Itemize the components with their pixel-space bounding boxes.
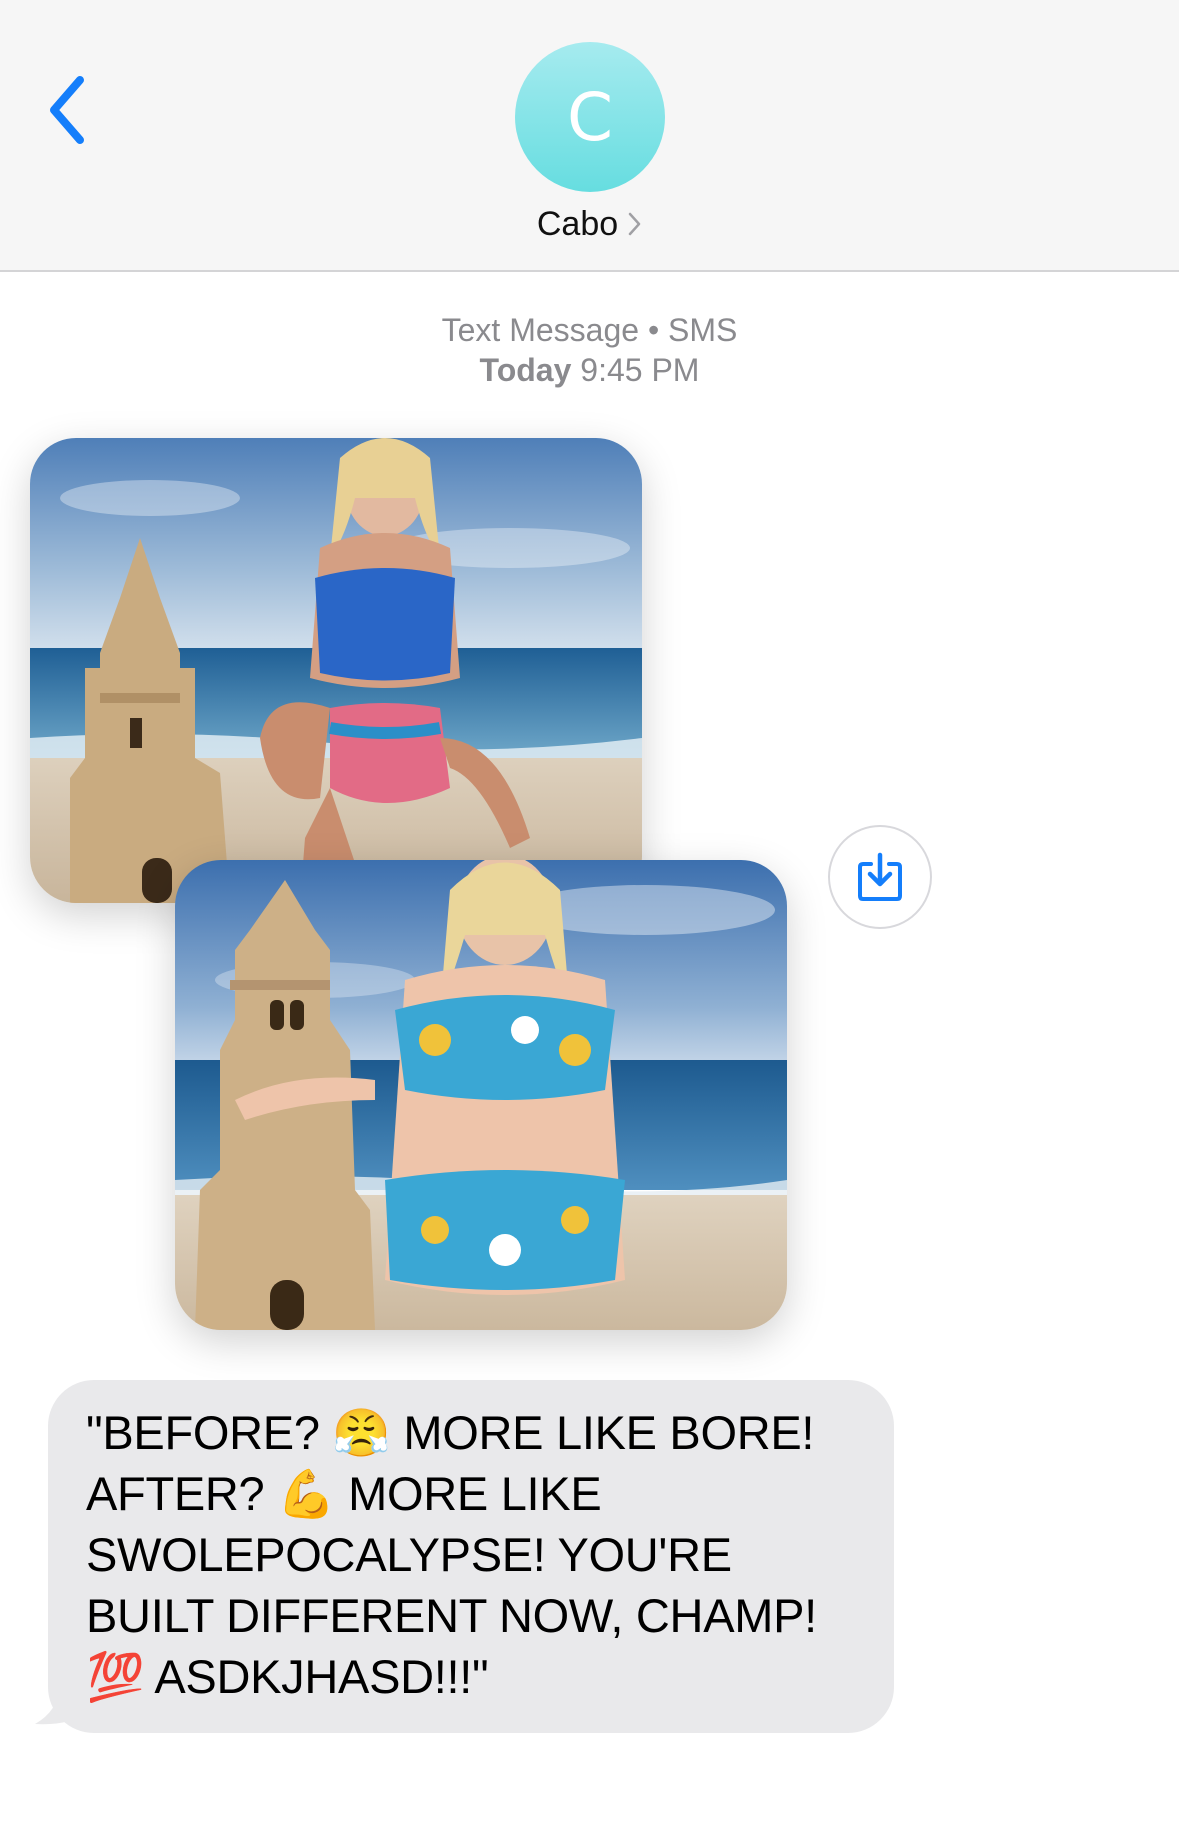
timestamp-day: Today: [479, 352, 572, 388]
save-attachment-button[interactable]: [828, 825, 932, 929]
photo-attachment-1[interactable]: [30, 438, 642, 903]
message-timestamp: Today 9:45 PM: [0, 350, 1179, 390]
contact-name-button[interactable]: Cabo: [0, 205, 1179, 246]
download-icon: [858, 852, 902, 901]
back-button[interactable]: [40, 70, 100, 150]
avatar-initial: C: [566, 78, 614, 156]
message-service: Text Message • SMS: [441, 312, 738, 348]
contact-avatar[interactable]: C: [515, 42, 665, 192]
message-text: "BEFORE? 😤 MORE LIKE BORE! AFTER? 💪 MORE…: [86, 1406, 817, 1703]
messages-screen: C Cabo Text Message • SMS Today 9:45 PM: [0, 0, 1179, 1827]
chevron-right-icon: [628, 207, 642, 246]
conversation-header: C Cabo: [0, 0, 1179, 272]
timestamp-time: 9:45 PM: [580, 352, 700, 388]
chevron-left-icon: [50, 76, 84, 144]
message-meta: Text Message • SMS Today 9:45 PM: [0, 310, 1179, 390]
photo-attachment-2[interactable]: [175, 860, 787, 1330]
bubble-tail: [35, 1656, 90, 1725]
incoming-message-bubble[interactable]: "BEFORE? 😤 MORE LIKE BORE! AFTER? 💪 MORE…: [48, 1380, 894, 1733]
contact-name: Cabo: [536, 205, 619, 243]
